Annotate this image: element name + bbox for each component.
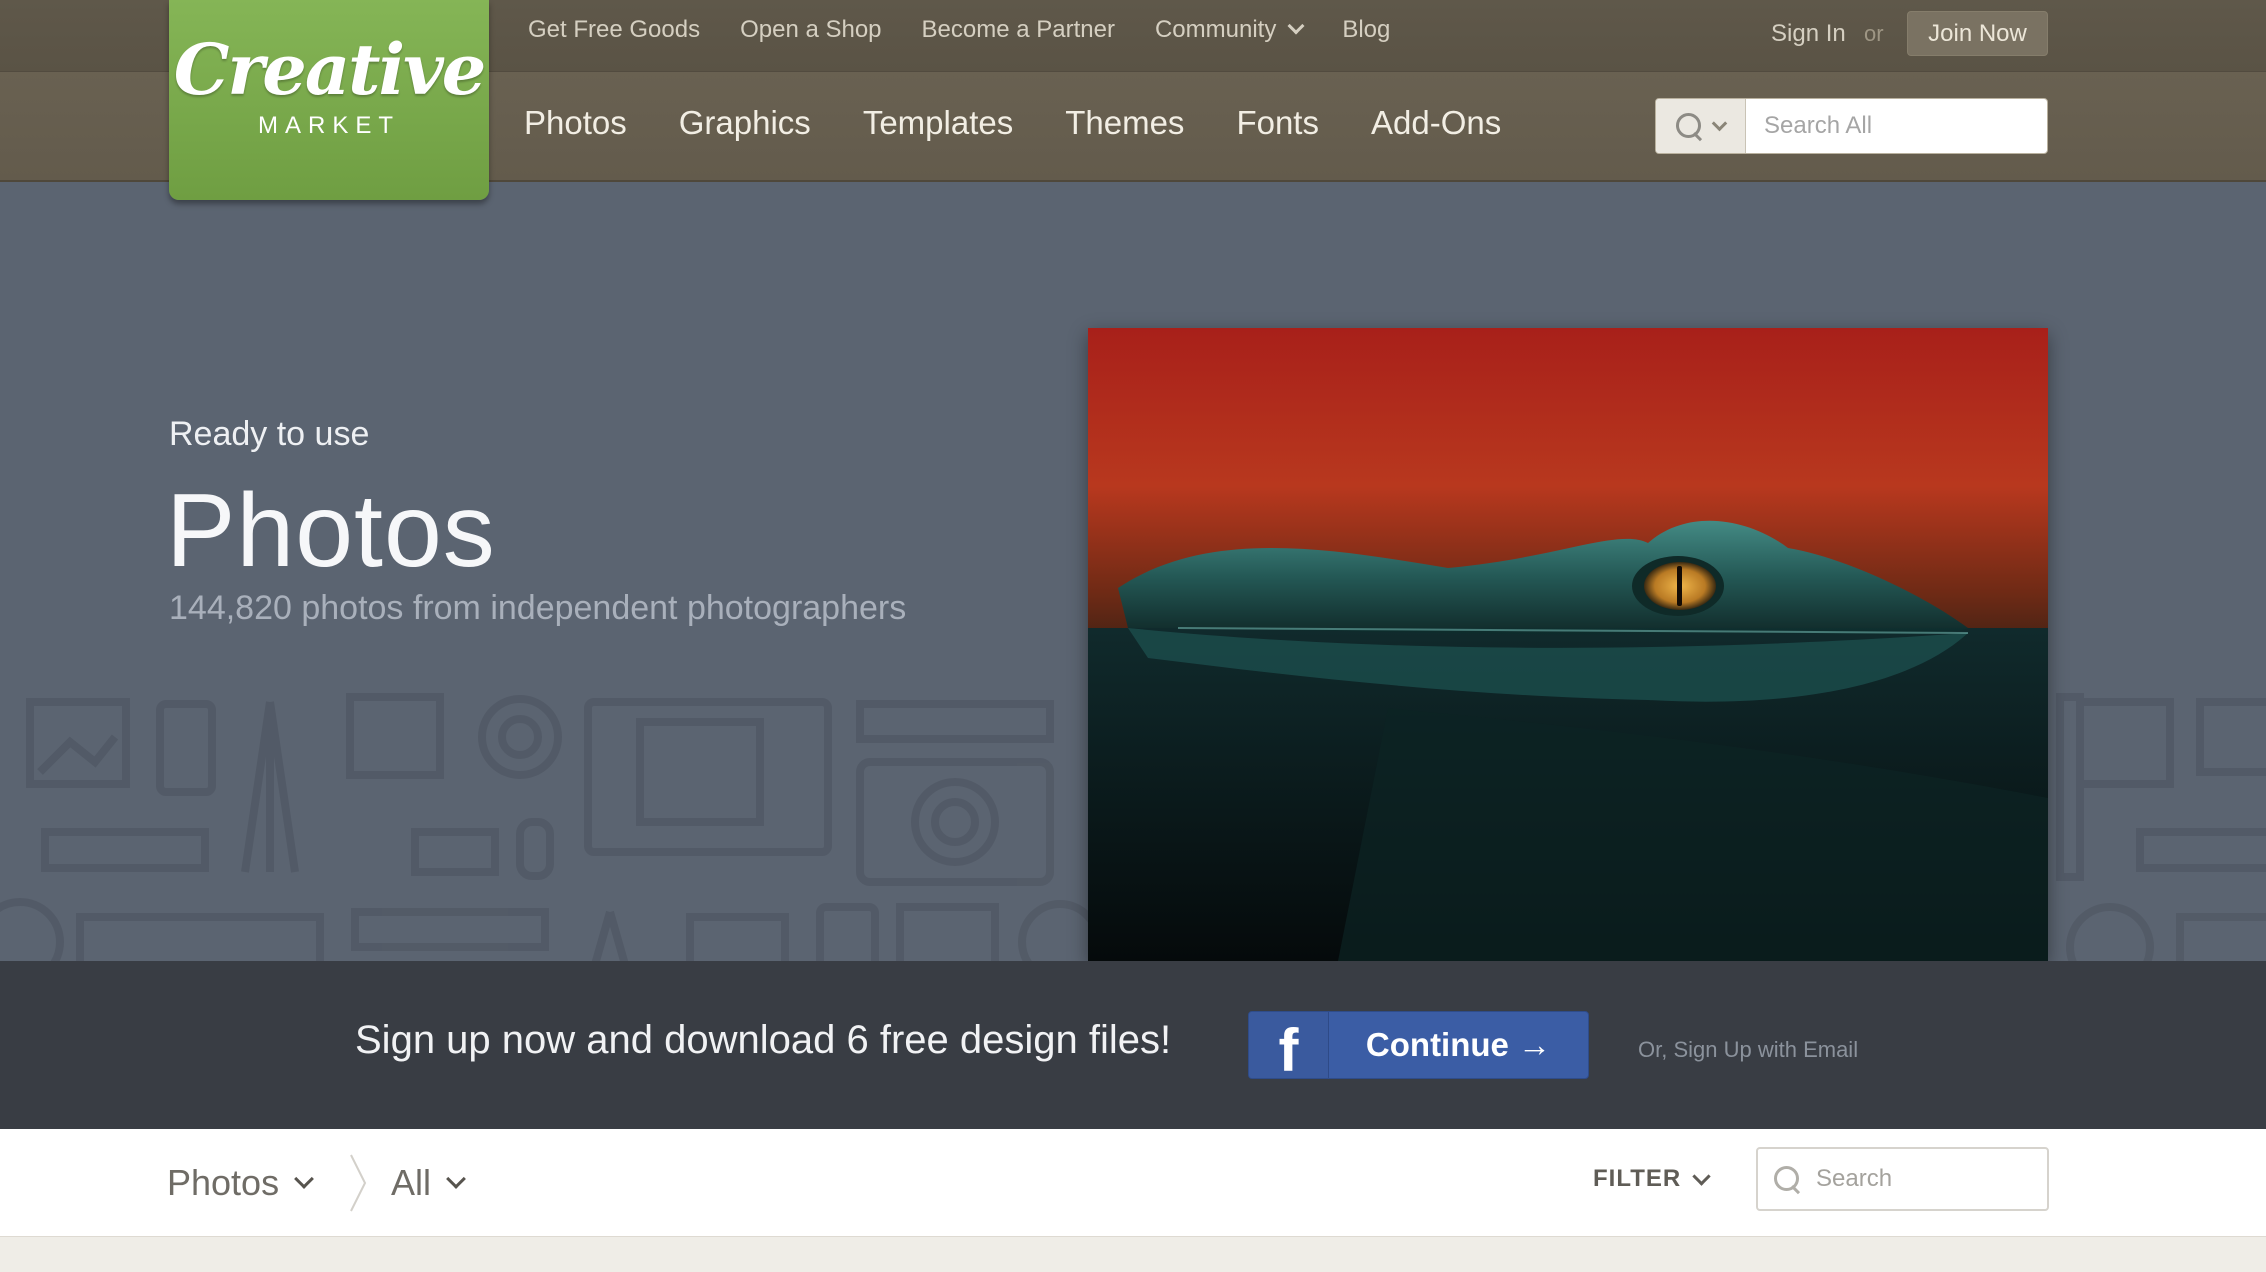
search-icon	[1774, 1166, 1800, 1192]
category-dropdown[interactable]: Photos	[167, 1162, 314, 1204]
film-strip-icon	[41, 828, 209, 872]
facebook-icon: f	[1249, 1012, 1329, 1078]
join-now-button[interactable]: Join Now	[1907, 11, 2048, 56]
nav-get-free-goods[interactable]: Get Free Goods	[528, 16, 700, 44]
mouse-icon	[516, 818, 554, 880]
nav-become-a-partner[interactable]: Become a Partner	[922, 16, 1115, 44]
chevron-down-icon	[1692, 1166, 1711, 1186]
mountain-icon	[37, 734, 119, 775]
creative-market-logo[interactable]: Creative MARKET	[169, 0, 489, 200]
nav-blog[interactable]: Blog	[1342, 16, 1390, 44]
signup-banner: Sign up now and download 6 free design f…	[0, 961, 2266, 1129]
site-header: Creative MARKET Get Free Goods Open a Sh…	[0, 0, 2266, 200]
hero-subtitle: 144,820 photos from independent photogra…	[169, 589, 907, 627]
search-input[interactable]: Search All	[1746, 99, 2047, 153]
sign-in-link[interactable]: Sign In	[1771, 20, 1846, 48]
chevron-down-icon	[1287, 17, 1305, 35]
nav-open-a-shop[interactable]: Open a Shop	[740, 16, 881, 44]
search-icon	[1676, 113, 1702, 139]
logo-script: Creative	[173, 28, 487, 111]
subcategory-dropdown[interactable]: All	[391, 1162, 466, 1204]
lens-icon	[478, 695, 562, 779]
hero-kicker: Ready to use	[169, 415, 370, 453]
nav-label: Get Free Goods	[528, 16, 701, 43]
utility-nav: Get Free Goods Open a Shop Become a Part…	[528, 16, 1430, 44]
nav-community[interactable]: Community	[1154, 16, 1305, 44]
breadcrumb-separator-icon	[350, 1154, 367, 1212]
category-search-input[interactable]: Search	[1756, 1147, 2049, 1211]
nav-fonts[interactable]: Fonts	[1236, 104, 1319, 142]
continue-label: Continue →	[1365, 1026, 1552, 1063]
nav-label: Open a Shop	[740, 16, 882, 43]
search-placeholder: Search	[1816, 1165, 1893, 1192]
nav-themes[interactable]: Themes	[1065, 104, 1184, 142]
facebook-continue-button[interactable]: f Continue →	[1248, 1011, 1589, 1079]
chevron-down-icon	[294, 1169, 314, 1189]
nav-templates[interactable]: Templates	[863, 104, 1013, 142]
content-area-top	[0, 1237, 2266, 1272]
blueprint-icon	[346, 693, 444, 779]
keyboard-icon	[411, 828, 499, 876]
tripod-icon	[241, 701, 299, 873]
or-separator: or	[1864, 21, 1884, 46]
global-search: Search All	[1655, 98, 2048, 154]
hero-featured-photo[interactable]	[1088, 328, 2048, 961]
hero-title: Photos	[166, 473, 496, 589]
signup-text: Sign up now and download 6 free design f…	[355, 1018, 1172, 1062]
crocodile-photo-illustration	[1088, 328, 2048, 961]
hero-section: Ready to use Photos 144,820 photos from …	[0, 182, 2266, 961]
chevron-down-icon	[446, 1169, 466, 1189]
nav-photos[interactable]: Photos	[524, 104, 627, 142]
nav-add-ons[interactable]: Add-Ons	[1371, 104, 1501, 142]
search-scope-dropdown[interactable]	[1656, 99, 1746, 153]
subcategory-label: All	[391, 1162, 432, 1203]
nav-label: Blog	[1342, 16, 1391, 43]
chevron-down-icon	[1711, 115, 1728, 131]
filter-bar: Photos All FILTER Search	[0, 1129, 2266, 1237]
nav-graphics[interactable]: Graphics	[679, 104, 811, 142]
filter-toggle[interactable]: FILTER	[1593, 1165, 1711, 1193]
signup-email-link[interactable]: Or, Sign Up with Email	[1638, 1037, 1858, 1063]
phone-icon	[156, 700, 216, 796]
nav-label: Community	[1154, 16, 1277, 43]
logo-subtitle: MARKET	[257, 112, 400, 139]
nav-label: Become a Partner	[921, 16, 1115, 43]
category-label: Photos	[167, 1162, 280, 1203]
filter-label: FILTER	[1593, 1165, 1682, 1192]
main-nav: Photos Graphics Templates Themes Fonts A…	[524, 104, 1553, 142]
ruler-icon	[856, 700, 1054, 743]
